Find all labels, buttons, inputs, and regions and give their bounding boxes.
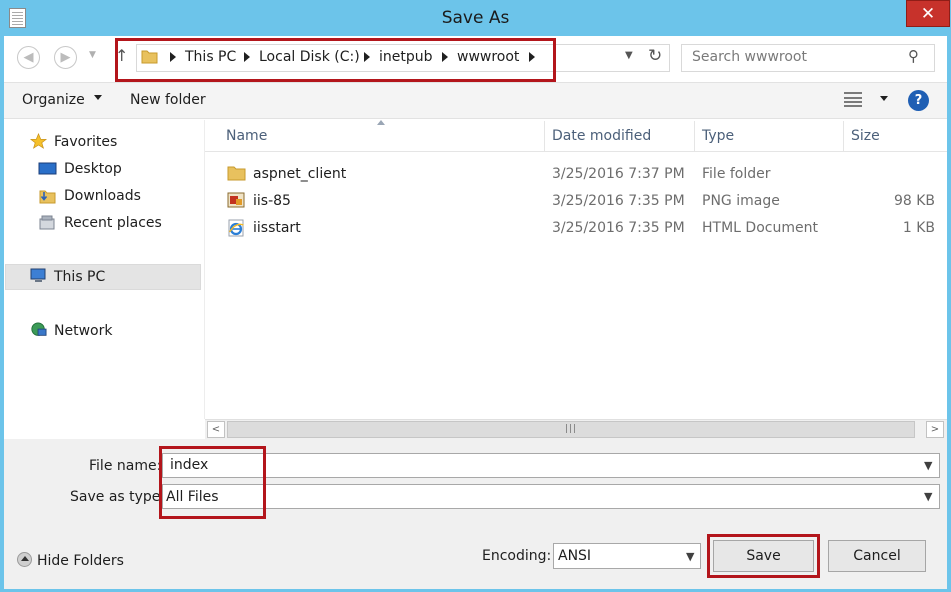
recent-locations-dropdown-icon[interactable]: ▼ xyxy=(89,50,96,60)
forward-arrow-icon[interactable]: ▶ xyxy=(54,46,77,69)
view-options-dropdown-icon[interactable] xyxy=(880,96,888,101)
nav-favorites[interactable]: Favorites xyxy=(54,134,117,150)
column-divider[interactable] xyxy=(694,121,695,151)
save-highlight-box xyxy=(707,534,820,578)
chevron-down-icon[interactable]: ▼ xyxy=(924,459,932,472)
nav-network[interactable]: Network xyxy=(54,323,112,339)
file-type: File folder xyxy=(702,166,771,182)
chevron-down-icon[interactable]: ▼ xyxy=(686,550,694,563)
file-date: 3/25/2016 7:35 PM xyxy=(552,193,685,209)
search-icon[interactable]: ⚲ xyxy=(908,47,919,65)
file-type: HTML Document xyxy=(702,220,818,236)
file-size: 98 KB xyxy=(893,193,935,209)
file-date: 3/25/2016 7:35 PM xyxy=(552,220,685,236)
scroll-right-icon[interactable]: > xyxy=(926,421,944,438)
encoding-value[interactable]: ANSI xyxy=(558,548,591,564)
hide-folders-button[interactable]: Hide Folders xyxy=(37,553,124,569)
nav-this-pc[interactable]: This PC xyxy=(54,269,105,285)
internet-explorer-icon xyxy=(228,219,244,237)
save-type-label: Save as type: xyxy=(70,489,166,505)
encoding-label: Encoding: xyxy=(482,548,552,564)
file-name[interactable]: aspnet_client xyxy=(253,166,346,182)
close-button[interactable]: ✕ xyxy=(906,0,950,27)
column-header-type[interactable]: Type xyxy=(702,128,734,144)
view-details-icon[interactable] xyxy=(844,92,862,106)
image-file-icon xyxy=(227,192,245,208)
address-dropdown-icon[interactable]: ▼ xyxy=(625,50,633,61)
file-list xyxy=(204,120,947,419)
column-header-name[interactable]: Name xyxy=(226,128,267,144)
refresh-icon[interactable]: ↻ xyxy=(648,46,662,66)
help-icon[interactable]: ? xyxy=(908,90,929,111)
folder-icon xyxy=(227,166,246,181)
save-type-select[interactable] xyxy=(162,484,940,509)
nav-downloads[interactable]: Downloads xyxy=(64,188,141,204)
sort-ascending-icon xyxy=(377,120,385,125)
computer-icon xyxy=(30,268,46,282)
file-name-field[interactable] xyxy=(162,453,940,478)
file-name[interactable]: iis-85 xyxy=(253,193,291,209)
chevron-down-icon[interactable] xyxy=(94,95,102,100)
file-name[interactable]: iisstart xyxy=(253,220,301,236)
desktop-icon xyxy=(38,162,57,175)
recent-places-icon xyxy=(39,215,55,230)
file-date: 3/25/2016 7:37 PM xyxy=(552,166,685,182)
file-size: 1 KB xyxy=(902,220,935,236)
scroll-left-icon[interactable]: < xyxy=(207,421,225,438)
column-header-size[interactable]: Size xyxy=(851,128,880,144)
downloads-folder-icon xyxy=(39,190,56,204)
collapse-up-icon[interactable] xyxy=(17,552,32,567)
column-header-date[interactable]: Date modified xyxy=(552,128,651,144)
nav-recent-places[interactable]: Recent places xyxy=(64,215,162,231)
filename-type-highlight-box xyxy=(159,446,266,519)
new-folder-button[interactable]: New folder xyxy=(130,92,206,108)
file-name-label: File name: xyxy=(89,458,162,474)
cancel-button[interactable]: Cancel xyxy=(828,540,926,572)
star-icon xyxy=(29,133,48,149)
window-title: Save As xyxy=(441,8,510,28)
scrollbar-grip-icon: ||| xyxy=(565,424,578,434)
back-arrow-icon[interactable]: ◀ xyxy=(17,46,40,69)
search-placeholder: Search wwwroot xyxy=(692,49,807,65)
column-divider[interactable] xyxy=(843,121,844,151)
network-icon xyxy=(31,322,47,336)
column-divider[interactable] xyxy=(544,121,545,151)
file-type: PNG image xyxy=(702,193,780,209)
nav-desktop[interactable]: Desktop xyxy=(64,161,122,177)
address-highlight-box xyxy=(115,38,556,82)
chevron-down-icon[interactable]: ▼ xyxy=(924,490,932,503)
organize-button[interactable]: Organize xyxy=(22,92,85,108)
